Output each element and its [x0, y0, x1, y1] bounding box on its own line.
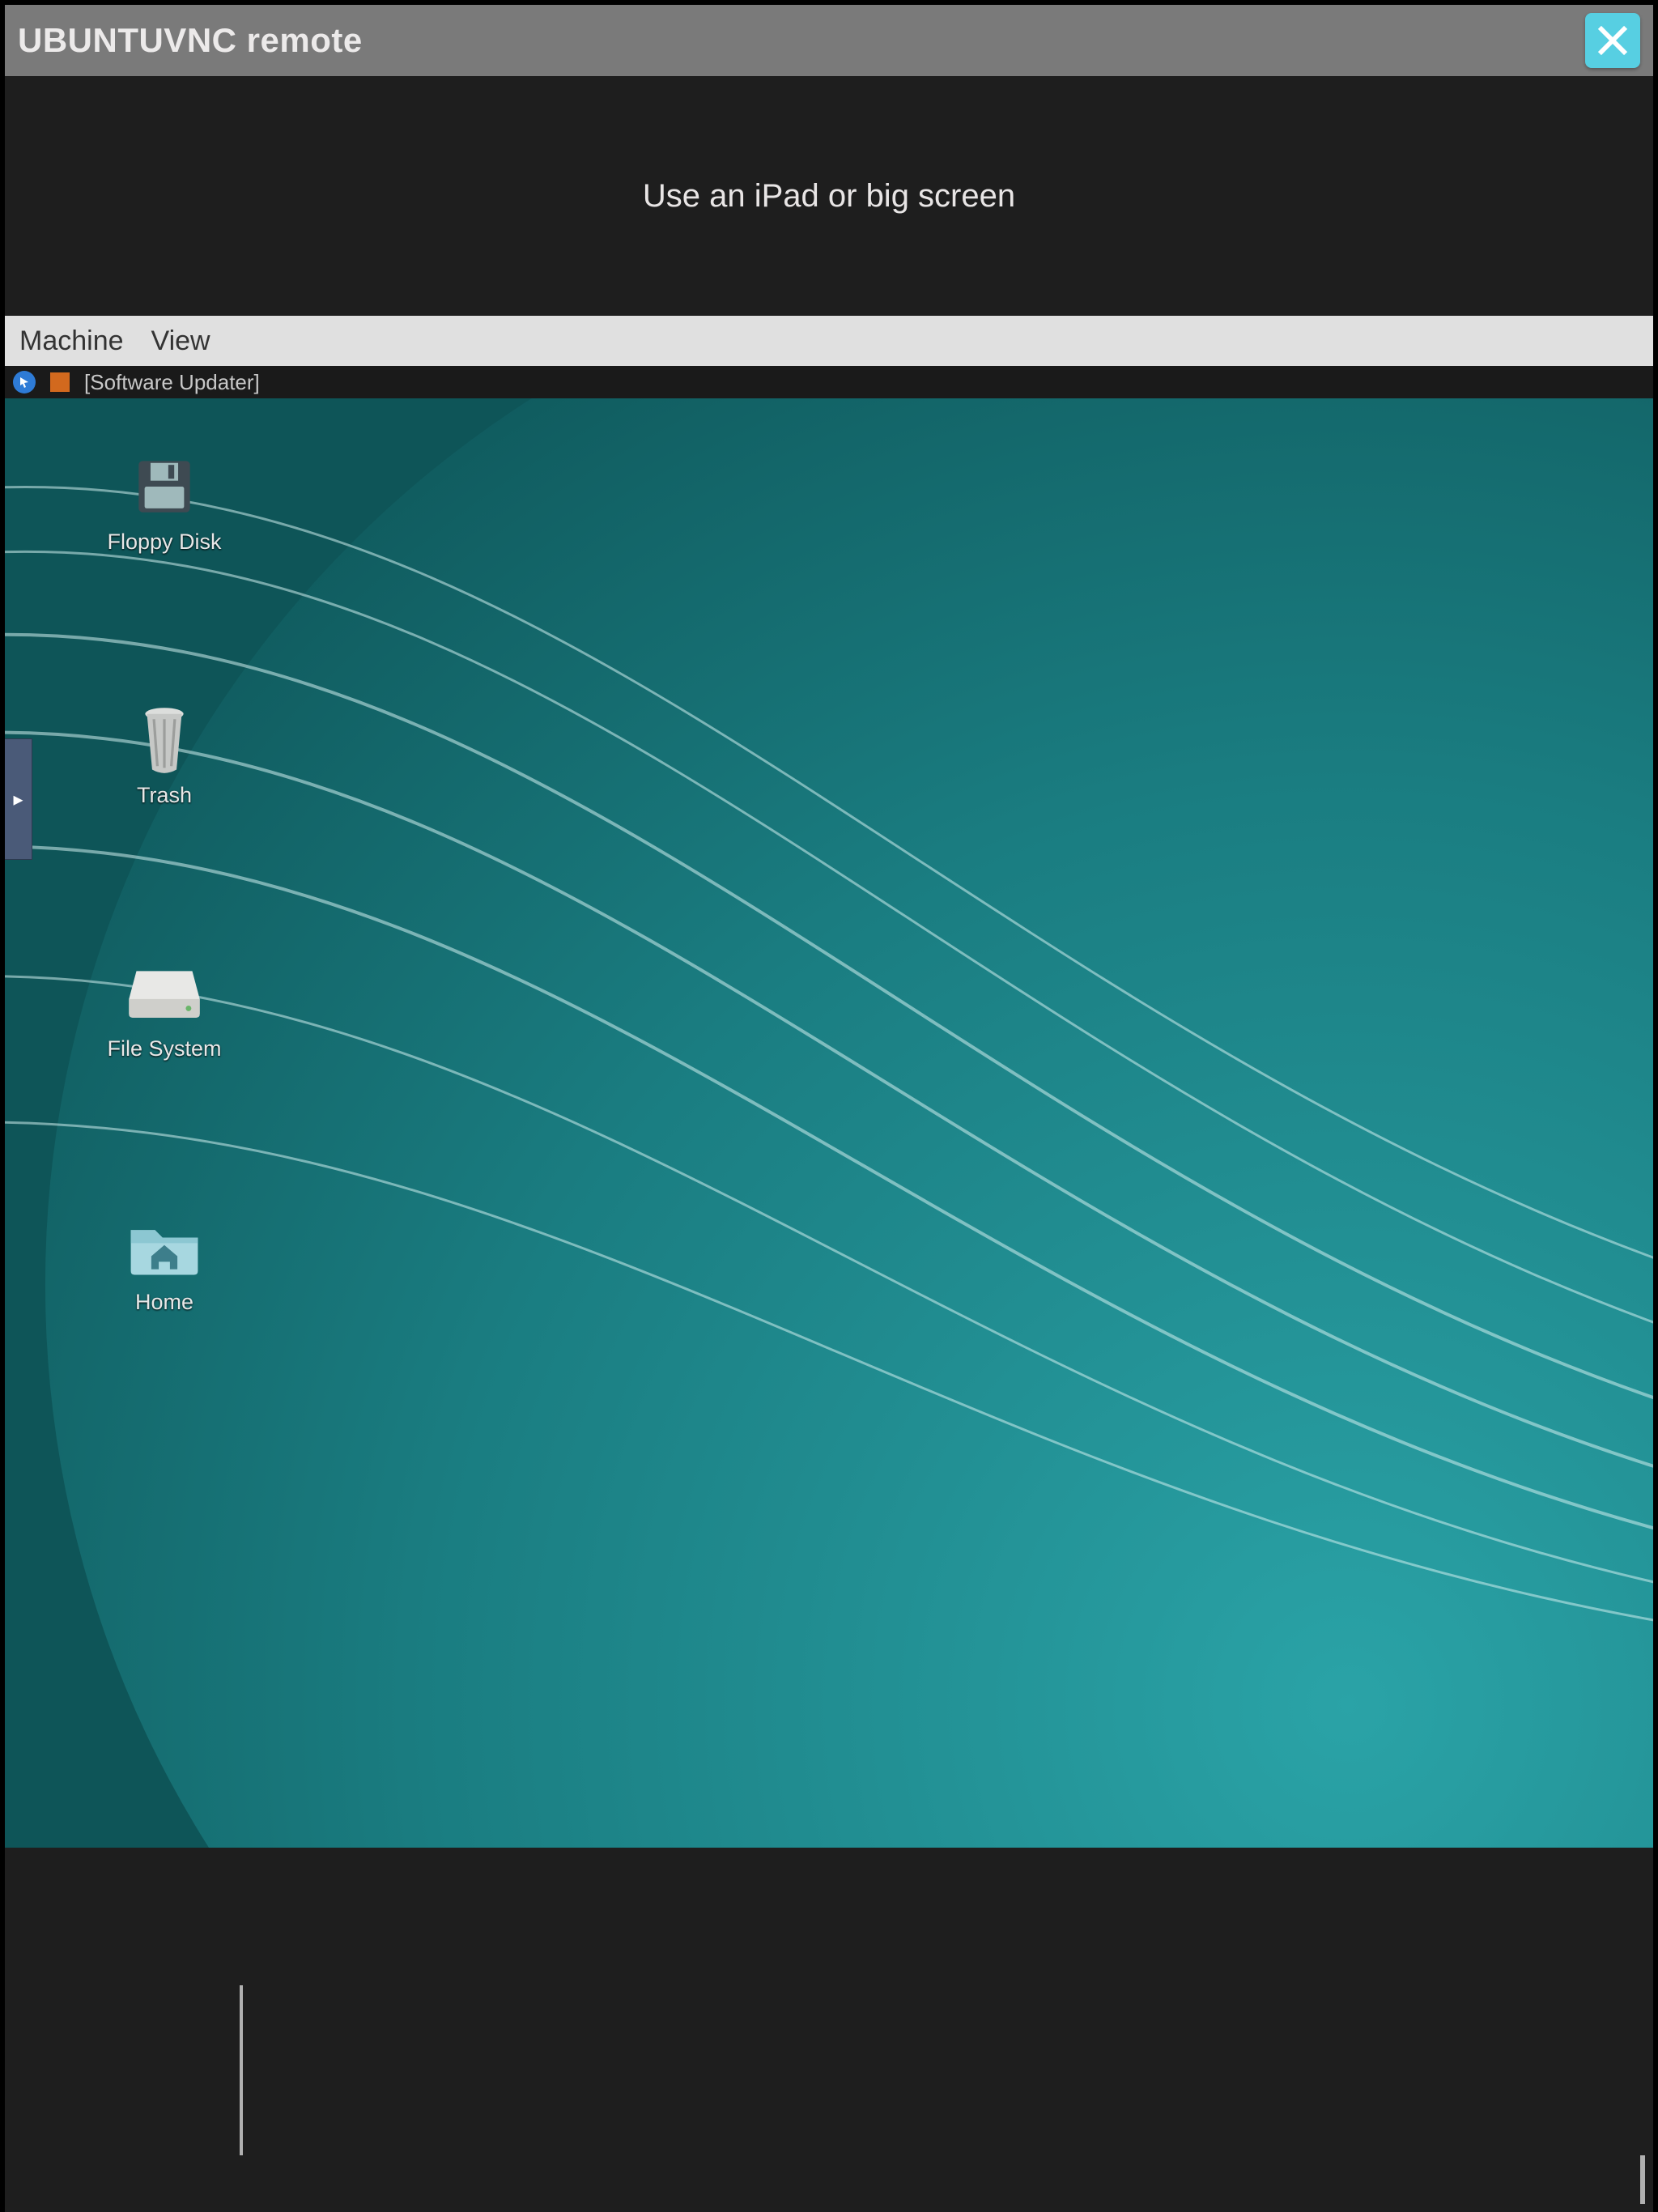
desktop-icon-filesystem[interactable]: File System: [96, 962, 233, 1061]
window-titlebar: UBUNTUVNC remote: [5, 5, 1653, 76]
home-folder-icon: [125, 1215, 203, 1278]
drive-icon: [125, 962, 203, 1025]
floppy-disk-icon: [125, 455, 203, 518]
taskbar-app-icon[interactable]: [50, 372, 70, 392]
remote-desktop-viewport[interactable]: [Software Updater] ▸ Floppy Disk: [5, 366, 1653, 1848]
trash-icon: [125, 708, 203, 772]
whisker-menu-icon[interactable]: [13, 371, 36, 393]
desktop-icon-label: Floppy Disk: [107, 530, 221, 555]
desktop-icon-label: Trash: [137, 783, 192, 808]
desktop-icons: Floppy Disk Trash File System: [96, 455, 233, 1315]
divider-vertical: [1640, 2155, 1645, 2204]
wallpaper-xubuntu: [5, 398, 1653, 1848]
chevron-right-icon: ▸: [13, 788, 23, 811]
panel-pullout-handle[interactable]: ▸: [5, 738, 32, 860]
window-title: UBUNTUVNC remote: [18, 21, 363, 60]
close-icon: [1594, 22, 1631, 59]
taskbar-active-app[interactable]: [Software Updater]: [84, 370, 260, 395]
caption-area: Use an iPad or big screen: [5, 76, 1653, 316]
desktop-icon-label: File System: [107, 1036, 221, 1061]
close-button[interactable]: [1585, 13, 1640, 68]
desktop-icon-trash[interactable]: Trash: [96, 708, 233, 808]
bottom-dark-region: [5, 1848, 1653, 2212]
desktop-icon-floppy[interactable]: Floppy Disk: [96, 455, 233, 555]
divider-vertical: [240, 1985, 243, 2155]
desktop-icon-label: Home: [135, 1290, 193, 1315]
xfce-top-panel: [Software Updater]: [5, 366, 1653, 398]
desktop-icon-home[interactable]: Home: [96, 1215, 233, 1315]
menu-view[interactable]: View: [151, 325, 210, 357]
caption-text: Use an iPad or big screen: [643, 178, 1015, 215]
vbox-menubar: Machine View: [5, 316, 1653, 366]
menu-machine[interactable]: Machine: [19, 325, 124, 357]
